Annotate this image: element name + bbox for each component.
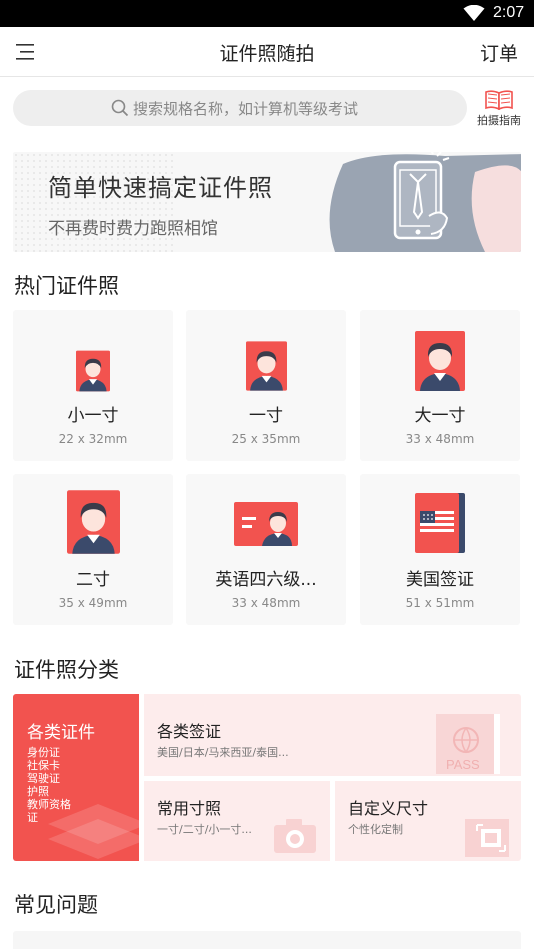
crop-frame-icon — [465, 819, 509, 857]
category-title: 各类证件 — [27, 723, 95, 743]
id-card-icon — [234, 502, 298, 546]
spec-size: 51 x 51mm — [405, 596, 475, 610]
promo-banner[interactable]: 简单快速搞定证件照 不再费时费力跑照相馆 — [13, 152, 521, 252]
status-time: 2:07 — [493, 4, 525, 21]
spec-size: 25 x 35mm — [231, 432, 301, 446]
category-id-documents[interactable]: 各类证件 身份证 社保卡 驾驶证 护照 教师资格证 — [13, 694, 139, 861]
shooting-guide-button[interactable]: 拍摄指南 — [472, 90, 526, 130]
spec-name: 英语四六级... — [215, 570, 317, 590]
search-input[interactable]: 搜索规格名称，如计算机等级考试 — [13, 90, 467, 126]
category-custom-size[interactable]: 自定义尺寸 个性化定制 — [335, 781, 521, 861]
spec-name: 一寸 — [249, 406, 283, 426]
page-title: 证件照随拍 — [219, 43, 315, 65]
spec-name: 二寸 — [76, 570, 110, 590]
us-passport-icon — [415, 493, 465, 553]
category-subtitle: 美国/日本/马来西亚/泰国... — [157, 746, 289, 759]
category-item: 身份证 — [27, 746, 60, 759]
photo-spec-card[interactable]: 美国签证 51 x 51mm — [360, 474, 520, 625]
passport-stamp-text: PASS — [446, 757, 480, 772]
category-subtitle: 一寸/二寸/小一寸... — [157, 823, 252, 836]
status-bar: 2:07 — [0, 0, 534, 27]
photo-spec-card[interactable]: 英语四六级... 33 x 48mm — [186, 474, 346, 625]
hot-section-title: 热门证件照 — [14, 274, 119, 298]
portrait-icon — [66, 490, 120, 554]
photo-spec-card[interactable]: 小一寸 22 x 32mm — [13, 310, 173, 461]
faq-section-title: 常见问题 — [14, 893, 98, 917]
wifi-icon — [463, 5, 485, 21]
orders-button[interactable]: 订单 — [480, 39, 518, 66]
portrait-icon — [76, 350, 110, 392]
category-section-title: 证件照分类 — [14, 658, 119, 682]
category-common-sizes[interactable]: 常用寸照 一寸/二寸/小一寸... — [144, 781, 330, 861]
photo-spec-card[interactable]: 二寸 35 x 49mm — [13, 474, 173, 625]
spec-name: 美国签证 — [406, 570, 474, 590]
banner-subline: 不再费时费力跑照相馆 — [48, 219, 218, 239]
category-title: 自定义尺寸 — [348, 799, 429, 818]
book-icon — [485, 90, 513, 110]
category-item: 驾驶证 — [27, 772, 60, 785]
spec-size: 35 x 49mm — [58, 596, 128, 610]
portrait-icon — [415, 331, 465, 391]
photo-spec-card[interactable]: 大一寸 33 x 48mm — [360, 310, 520, 461]
category-visa[interactable]: 各类签证 美国/日本/马来西亚/泰国... PASS — [144, 694, 521, 776]
photo-spec-card[interactable]: 一寸 25 x 35mm — [186, 310, 346, 461]
faq-list[interactable] — [13, 931, 521, 949]
search-icon — [111, 99, 129, 117]
spec-size: 22 x 32mm — [58, 432, 128, 446]
spec-name: 大一寸 — [414, 406, 466, 426]
spec-name: 小一寸 — [67, 406, 119, 426]
phone-illustration — [329, 152, 521, 252]
search-placeholder: 搜索规格名称，如计算机等级考试 — [133, 100, 359, 118]
layers-decoration — [48, 804, 139, 859]
spec-size: 33 x 48mm — [231, 596, 301, 610]
app-bar: 证件照随拍 订单 — [0, 27, 534, 77]
category-title: 常用寸照 — [157, 799, 222, 818]
guide-label: 拍摄指南 — [477, 114, 521, 127]
category-item: 社保卡 — [27, 759, 60, 772]
banner-headline: 简单快速搞定证件照 — [48, 174, 273, 202]
portrait-icon — [245, 341, 287, 391]
category-subtitle: 个性化定制 — [348, 823, 403, 836]
spec-size: 33 x 48mm — [405, 432, 475, 446]
category-title: 各类签证 — [157, 722, 222, 741]
camera-icon — [274, 819, 316, 853]
